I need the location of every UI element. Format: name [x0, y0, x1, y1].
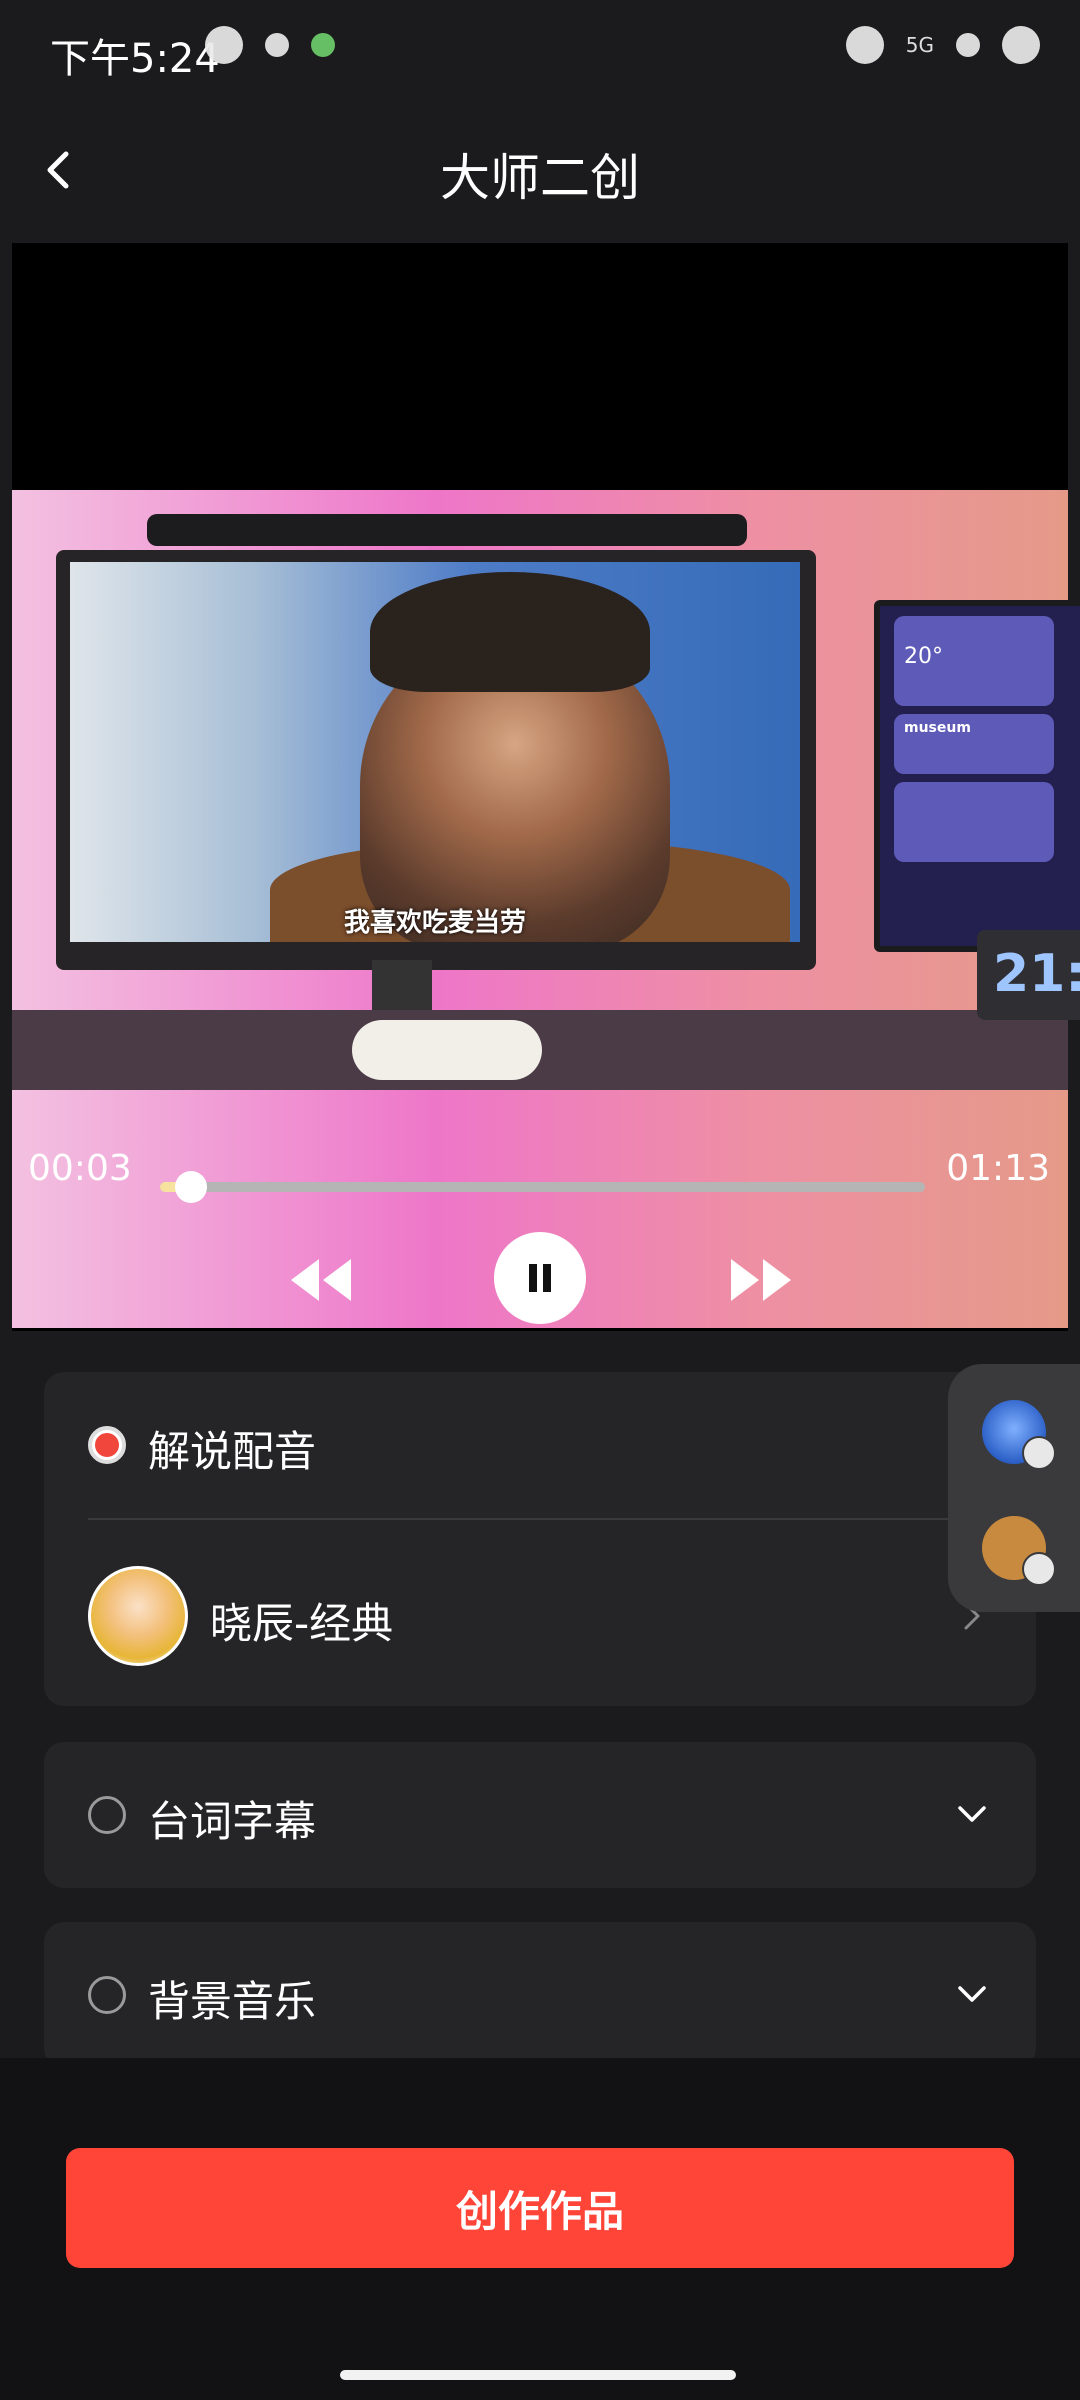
status-bar: 下午5:24 5G [0, 0, 1080, 110]
signal-icon [956, 33, 980, 57]
background-music-section[interactable]: 背景音乐 [44, 1922, 1036, 2068]
playback-controls [0, 1232, 1080, 1324]
bottom-bar: 创作作品 [0, 2058, 1080, 2400]
divider [88, 1518, 1012, 1520]
section-label[interactable]: 台词字幕 [148, 1788, 316, 1849]
floating-assistant-panel [948, 1364, 1080, 1612]
widget-title: museum [904, 720, 971, 736]
create-work-button[interactable]: 创作作品 [66, 2148, 1014, 2268]
monitor-screen: 我喜欢吃麦当劳 [70, 562, 800, 942]
pause-button[interactable] [494, 1232, 586, 1324]
rewind-button[interactable] [280, 1250, 360, 1310]
monitor-light-bar [147, 514, 747, 546]
fast-forward-icon [731, 1259, 791, 1301]
pause-icon [529, 1264, 551, 1292]
side-monitor: 20° museum [874, 600, 1080, 952]
fast-forward-button[interactable] [722, 1250, 802, 1310]
chevron-down-icon[interactable] [952, 1974, 992, 2014]
status-right-icons: 5G [845, 26, 1040, 64]
clock-text: 21:1 [993, 944, 1080, 1004]
main-monitor: 我喜欢吃麦当劳 [56, 550, 816, 970]
progress-slider[interactable] [160, 1171, 925, 1203]
chevron-down-icon[interactable] [952, 1794, 992, 1834]
weather-temp: 20° [904, 644, 943, 669]
header: 大师二创 [0, 110, 1080, 230]
status-time: 下午5:24 [50, 36, 220, 82]
current-time: 00:03 [28, 1148, 132, 1189]
cloud-icon [205, 26, 243, 64]
subtitle-radio[interactable] [88, 1796, 126, 1834]
cloud-icon [845, 26, 884, 64]
status-left-icons [205, 26, 335, 64]
bear-badge-icon [1022, 1552, 1056, 1586]
voice-avatar [88, 1566, 188, 1666]
bird-icon [265, 33, 289, 57]
rewind-icon [291, 1259, 351, 1301]
music-radio[interactable] [88, 1976, 126, 2014]
narration-radio[interactable] [88, 1426, 126, 1464]
video-frame[interactable]: 我喜欢吃麦当劳 20° museum 21:1 [12, 490, 1080, 1328]
assistant-avatar[interactable] [982, 1400, 1056, 1470]
section-label[interactable]: 背景音乐 [148, 1968, 316, 2029]
subtitle-section[interactable]: 台词字幕 [44, 1742, 1036, 1888]
page-title: 大师二创 [440, 149, 640, 207]
section-label[interactable]: 解说配音 [148, 1418, 316, 1479]
narration-section: 解说配音 晓辰-经典 [44, 1372, 1036, 1706]
home-indicator[interactable] [340, 2370, 736, 2380]
wechat-icon [311, 33, 335, 57]
progress-knob[interactable] [174, 1171, 207, 1203]
total-time: 01:13 [946, 1148, 1050, 1189]
desk-clock: 21:1 [977, 930, 1080, 1020]
video-player[interactable]: 我喜欢吃麦当劳 20° museum 21:1 [12, 243, 1080, 1331]
voice-name[interactable]: 晓辰-经典 [210, 1590, 393, 1651]
game-controller [352, 1020, 542, 1080]
bear-badge-icon [1022, 1436, 1056, 1470]
video-subtitle: 我喜欢吃麦当劳 [343, 908, 526, 938]
accessibility-avatar[interactable] [982, 1516, 1056, 1586]
network-label: 5G [905, 33, 934, 57]
battery-icon [1002, 26, 1040, 64]
